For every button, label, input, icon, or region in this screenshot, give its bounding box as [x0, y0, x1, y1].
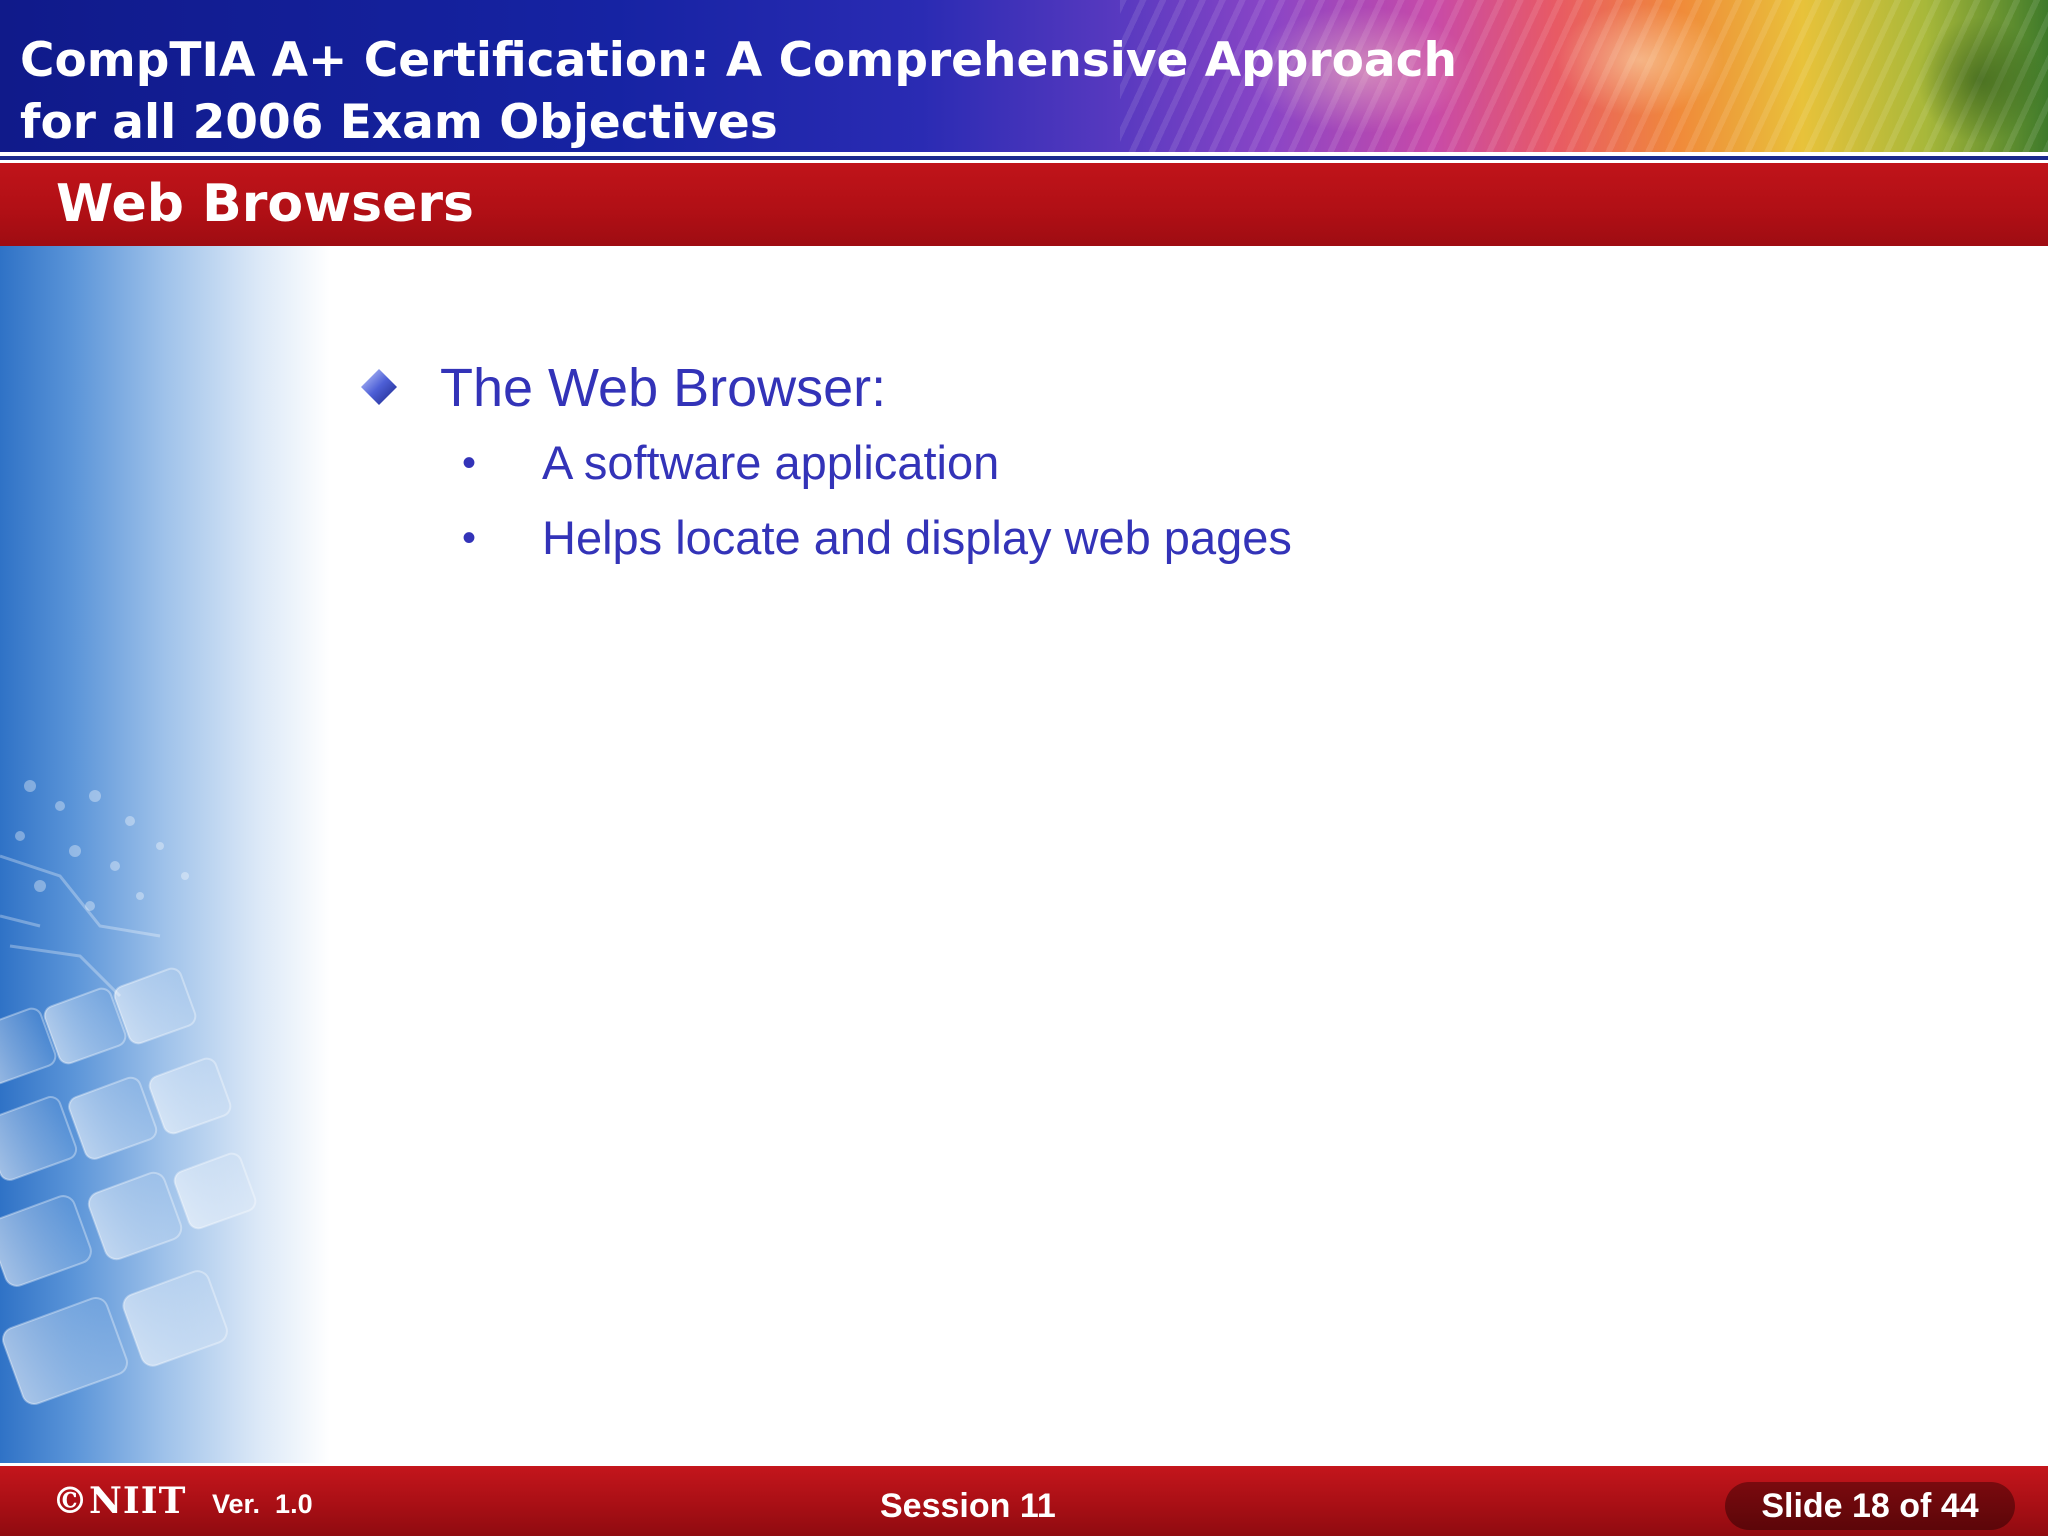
footer-bar: ©NIIT Ver. 1.0 Session 11 Slide 18 of 44: [0, 1466, 2048, 1536]
session-label: Session 11: [880, 1487, 1056, 1525]
bullet-heading-text: The Web Browser:: [440, 358, 887, 418]
course-title-line-1: CompTIA A+ Certification: A Comprehensiv…: [20, 33, 1457, 88]
bullet-heading: The Web Browser:: [360, 350, 1960, 430]
section-title-bar: Web Browsers: [0, 163, 2048, 246]
niit-logo: ©NIIT: [52, 1480, 187, 1522]
slide: CompTIA A+ Certification: A Comprehensiv…: [0, 0, 2048, 1536]
left-decorative-panel: [0, 246, 330, 1466]
diamond-bullet-icon: [361, 369, 397, 405]
course-title: CompTIA A+ Certification: A Comprehensiv…: [20, 30, 1520, 154]
list-item-text: A software application: [542, 436, 1000, 489]
section-title: Web Browsers: [56, 174, 474, 234]
bullet-dot-icon: •: [462, 441, 477, 485]
list-item: • A software application: [360, 430, 1960, 505]
header-banner: CompTIA A+ Certification: A Comprehensiv…: [0, 0, 2048, 152]
keyboard-circuit-image: [0, 780, 257, 1406]
slide-number-label: Slide 18 of 44: [1761, 1487, 1979, 1525]
list-item: • Helps locate and display web pages: [360, 505, 1960, 580]
slide-number-badge: Slide 18 of 44: [1725, 1482, 2015, 1530]
version-label: Ver. 1.0: [212, 1489, 313, 1519]
slide-content: The Web Browser: • A software applicatio…: [360, 350, 1960, 580]
course-title-line-2: for all 2006 Exam Objectives: [20, 95, 778, 150]
bullet-dot-icon: •: [462, 516, 477, 560]
list-item-text: Helps locate and display web pages: [542, 511, 1292, 564]
